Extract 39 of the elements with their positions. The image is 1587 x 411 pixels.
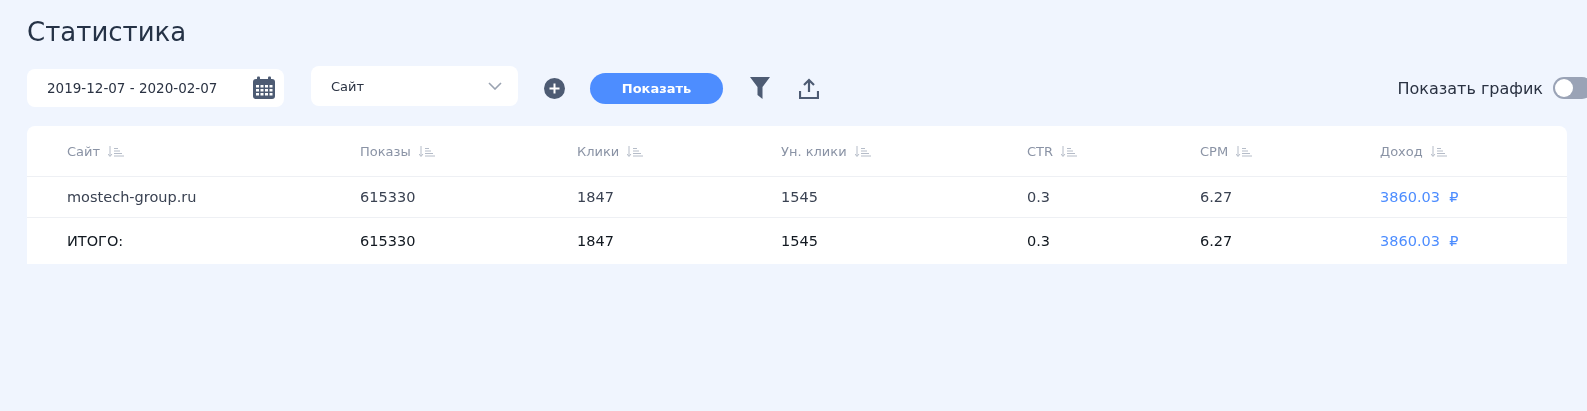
page-title: Статистика [27,16,188,49]
table-cell: 1847 [577,189,614,205]
sort-icon[interactable] [418,145,435,157]
table-cell: 3860.03 ₽ [1380,233,1459,249]
table-cell: 615330 [360,233,416,249]
sort-icon[interactable] [1430,145,1447,157]
column-header[interactable]: Сайт [67,143,101,159]
table-cell: 0.3 [1027,233,1051,249]
sort-icon[interactable] [1236,145,1253,157]
add-icon[interactable] [544,77,565,99]
sort-icon[interactable] [854,145,871,157]
filter-icon[interactable] [750,77,770,99]
sort-icon[interactable] [108,145,125,157]
table-cell: ИТОГО: [67,233,124,249]
table-cell: 1545 [781,233,818,249]
column-header[interactable]: CTR [1027,143,1054,159]
toggle-label: Показать график [1397,78,1543,98]
table-cell: 0.3 [1027,189,1051,205]
table-cell: 3860.03 ₽ [1380,189,1459,205]
table-cell: 6.27 [1200,233,1233,249]
table-cell: 615330 [360,189,416,205]
sort-icon[interactable] [627,145,644,157]
column-header[interactable]: CPM [1200,143,1229,159]
column-header[interactable]: Показы [360,143,411,159]
table-cell: 1847 [577,233,614,249]
chart-toggle[interactable] [1553,77,1587,99]
site-select[interactable]: Сайт [311,66,518,106]
column-header[interactable]: Доход [1380,143,1423,159]
table-cell: 1545 [781,189,818,205]
date-range-field[interactable]: 2019-12-07 - 2020-02-07 [27,69,284,107]
show-button[interactable]: Показать [590,72,723,104]
column-header[interactable]: Клики [577,143,620,159]
upload-icon[interactable] [799,77,819,99]
calendar-icon[interactable] [252,76,276,100]
column-header[interactable]: Ун. клики [781,143,847,159]
sort-icon[interactable] [1061,145,1078,157]
table-cell: mostech-group.ru [67,189,197,205]
chevron-down-icon [488,82,502,90]
table-cell: 6.27 [1200,189,1233,205]
